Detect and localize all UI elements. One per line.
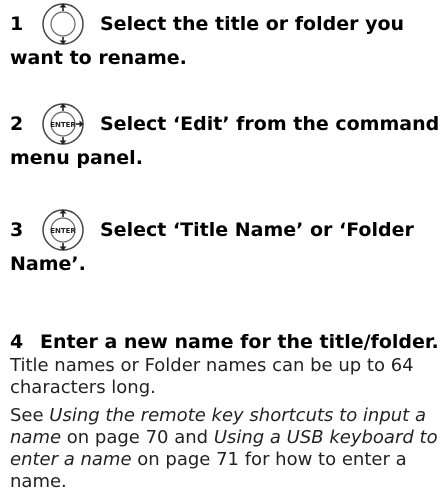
step-instruction: Select the title or folder you [100,13,405,35]
step-1: 1 Select the title or folder you want to… [10,2,440,70]
up-down-arrow-dial-icon [42,3,84,45]
manual-page: 1 Select the title or folder you want to… [0,0,444,492]
enter-right-arrow-dial-icon: ENTER [42,103,84,145]
step-number: 2 [10,113,24,135]
step-instruction-continuation: Name’. [10,253,86,275]
reference-text: See [10,405,50,426]
info-paragraph: Title names or Folder names can be up to… [10,355,440,399]
svg-text:ENTER: ENTER [50,121,76,129]
step-instruction: Select ‘Title Name’ or ‘Folder [100,219,414,241]
svg-text:ENTER: ENTER [50,227,76,235]
step-number: 4 [10,331,24,353]
info-line: Title names or Folder names can be up to… [10,355,414,376]
info-line: characters long. [10,377,156,398]
step-4: 4 Enter a new name for the title/folder. [10,330,439,354]
step-2: 2 ENTER Select ‘Edit’ from the command m… [10,102,440,170]
step-instruction: Enter a new name for the title/folder. [40,331,439,353]
step-instruction-continuation: menu panel. [10,147,143,169]
step-number: 1 [10,13,24,35]
step-number: 3 [10,219,24,241]
reference-paragraph: See Using the remote key shortcuts to in… [10,405,440,493]
enter-up-down-dial-icon: ENTER [42,209,84,251]
step-instruction: Select ‘Edit’ from the command [100,113,440,135]
reference-text: on page 70 and [61,427,214,448]
step-instruction-continuation: want to rename. [10,47,187,69]
step-3: 3 ENTER Select ‘Title Name’ or ‘Folder N… [10,208,440,276]
